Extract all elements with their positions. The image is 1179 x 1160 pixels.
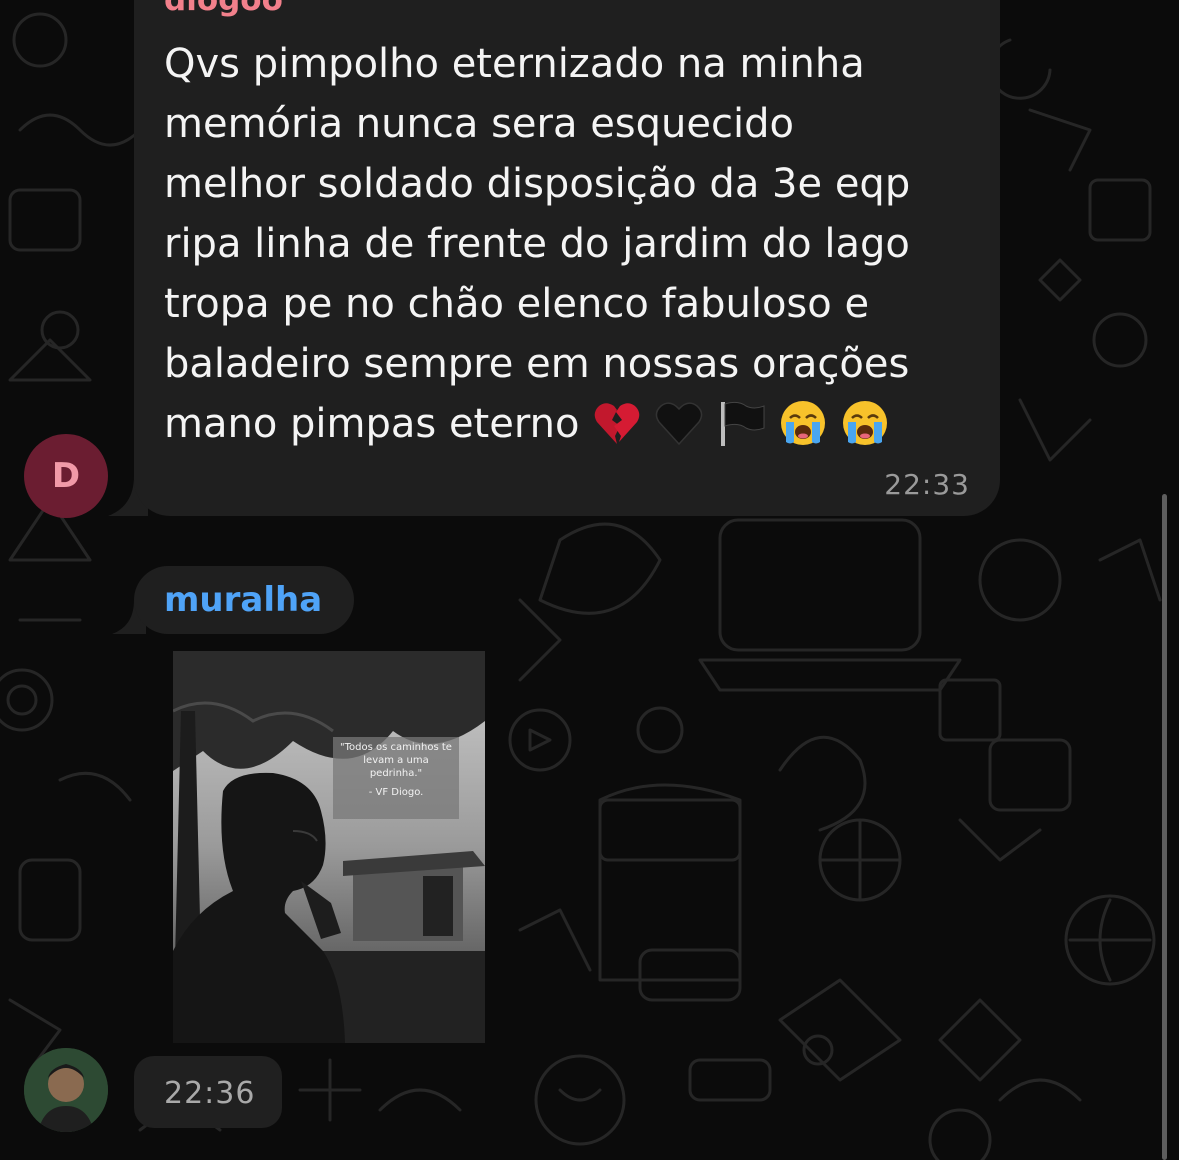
timestamp-bubble: 22:36 [134,1056,282,1128]
message-timestamp: 22:33 [884,468,970,501]
message-bubble[interactable]: diogoo Qvs pimpolho eternizado na minha … [134,0,1000,516]
sender-name-bubble[interactable]: muralha [134,566,354,634]
loudly-crying-face-emoji [781,400,826,445]
broken-heart-emoji [594,402,640,444]
message-body: Qvs pimpolho eternizado na minha memória… [164,41,911,447]
caption-line: "Todos os caminhos te [340,742,452,753]
avatar-initial: D [51,456,81,496]
loudly-crying-face-emoji [843,400,888,445]
caption-line: pedrinha." [369,768,423,779]
scrollbar[interactable] [1162,494,1167,1160]
avatar-image [24,1048,108,1132]
emoji-group [592,400,902,446]
photo-caption-overlay: "Todos os caminhos te levam a uma pedrin… [333,737,459,819]
caption-signature: - VF Diogo. [368,787,424,798]
caption-line: levam a uma [363,755,429,766]
black-flag-emoji [721,401,765,446]
chat-view: D diogoo Qvs pimpolho eternizado na minh… [0,0,1179,1160]
message-timestamp: 22:36 [164,1076,256,1111]
sender-avatar[interactable] [24,1048,108,1132]
photo-image [173,651,485,1043]
black-heart-emoji [655,401,703,445]
photo-message[interactable]: "Todos os caminhos te levam a uma pedrin… [173,651,485,1043]
sender-name[interactable]: diogoo [164,0,283,20]
message-text: Qvs pimpolho eternizado na minha memória… [164,34,984,454]
sender-avatar[interactable]: D [24,434,108,518]
sender-name[interactable]: muralha [164,578,322,622]
